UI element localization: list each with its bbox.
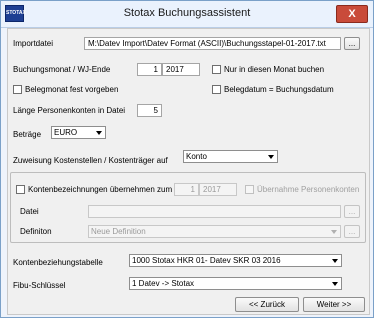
import-file-input[interactable]: M:\Datev Import\Datev Format (ASCII)\Buc… <box>84 37 341 50</box>
fibu-value: 1 Datev -> Stotax <box>132 279 195 288</box>
definition-select[interactable]: Neue Definition <box>88 225 341 238</box>
zuweisung-value: Konto <box>186 152 207 161</box>
personenkonten-label: Länge Personenkonten in Datei <box>13 106 126 115</box>
definition-browse-button[interactable]: ... <box>344 225 360 238</box>
fibu-label: Fibu-Schlüssel <box>13 281 66 290</box>
belegdatum-label: Belegdatum = Buchungsdatum <box>224 85 334 94</box>
kontenbeziehungstabelle-label: Kontenbeziehungstabelle <box>13 258 103 267</box>
belegdatum-checkbox[interactable] <box>212 85 221 94</box>
dialog-window: STOTAX Stotax Buchungsassistent X Import… <box>0 0 374 318</box>
kontenbezeichnungen-label: Kontenbezeichnungen übernehmen zum <box>28 185 173 194</box>
belegmonat-checkbox[interactable] <box>13 85 22 94</box>
title-bar: STOTAX Stotax Buchungsassistent X <box>1 1 373 28</box>
kontenbez-month-input[interactable]: 1 <box>174 183 199 196</box>
nur-monat-label: Nur in diesen Monat buchen <box>224 65 325 74</box>
zuweisung-label: Zuweisung Kostenstellen / Kostenträger a… <box>13 156 168 165</box>
datei-browse-button[interactable]: ... <box>344 205 360 218</box>
definition-value: Neue Definition <box>91 227 146 236</box>
belegmonat-label: Belegmonat fest vorgeben <box>25 85 119 94</box>
personenkonten-input[interactable]: 5 <box>137 104 162 117</box>
betraege-value: EURO <box>54 128 78 137</box>
kontenbeziehungstabelle-select[interactable]: 1000 Stotax HKR 01- Datev SKR 03 2016 <box>129 254 342 267</box>
betraege-label: Beträge <box>13 130 42 139</box>
betraege-select[interactable]: EURO <box>51 126 106 139</box>
import-browse-button[interactable]: ... <box>344 37 360 50</box>
close-button[interactable]: X <box>336 5 368 23</box>
chevron-down-icon <box>332 259 338 263</box>
back-button[interactable]: << Zurück <box>235 297 299 312</box>
import-file-label: Importdatei <box>13 39 54 48</box>
window-title: Stotax Buchungsassistent <box>123 7 251 19</box>
buchungsmonat-label: Buchungsmonat / WJ-Ende <box>13 65 111 74</box>
definition-label: Definiton <box>20 227 52 236</box>
fibu-select[interactable]: 1 Datev -> Stotax <box>129 277 342 290</box>
chevron-down-icon <box>96 131 102 135</box>
chevron-down-icon <box>332 282 338 286</box>
uebernahme-personenkonten-checkbox[interactable] <box>245 185 254 194</box>
kontenbez-year-input[interactable]: 2017 <box>199 183 237 196</box>
chevron-down-icon <box>331 230 337 234</box>
kontenbezeichnungen-checkbox[interactable] <box>16 185 25 194</box>
nur-monat-checkbox[interactable] <box>212 65 221 74</box>
datei-label: Datei <box>20 207 39 216</box>
uebernahme-personenkonten-label: Übernahme Personenkonten <box>257 185 360 194</box>
zuweisung-select[interactable]: Konto <box>183 150 278 163</box>
chevron-down-icon <box>268 155 274 159</box>
dialog-body: Importdatei M:\Datev Import\Datev Format… <box>7 28 370 315</box>
kontenbeziehungstabelle-value: 1000 Stotax HKR 01- Datev SKR 03 2016 <box>132 256 281 265</box>
buchungsmonat-year-input[interactable]: 2017 <box>162 63 200 76</box>
datei-input[interactable] <box>88 205 341 218</box>
next-button[interactable]: Weiter >> <box>303 297 365 312</box>
buchungsmonat-month-input[interactable]: 1 <box>137 63 162 76</box>
